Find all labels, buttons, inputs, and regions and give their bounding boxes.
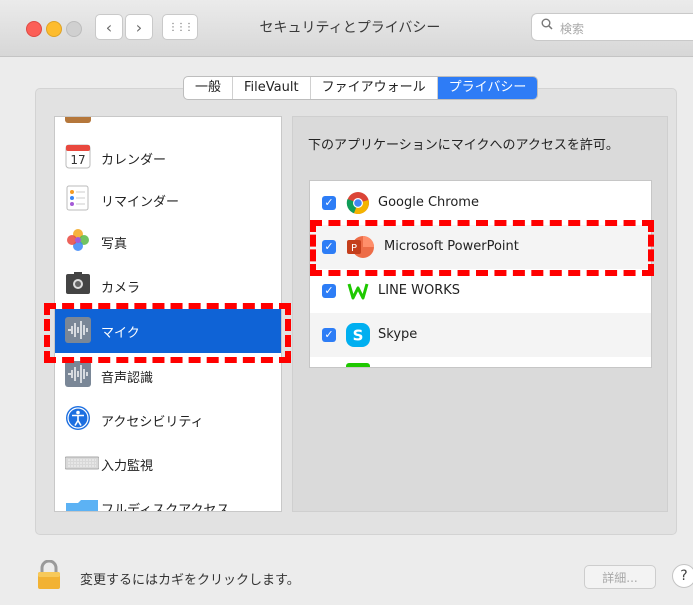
grid-icon: ⋮⋮⋮ [168, 22, 194, 33]
checkbox-chrome[interactable]: ✓ [322, 196, 336, 210]
microphone-icon [65, 317, 91, 343]
sidebar-item-full-disk-access[interactable]: フルディスクアクセス [55, 487, 281, 512]
app-name: Skype [378, 327, 418, 342]
app-row-line-works: ✓ LINE WORKS [310, 269, 651, 313]
tab-filevault[interactable]: FileVault [233, 77, 311, 99]
title-bar: ‹ › ⋮⋮⋮ セキュリティとプライバシー 検索 [0, 0, 693, 57]
skype-icon: S [346, 323, 370, 347]
help-button[interactable]: ? [672, 564, 693, 588]
speech-recognition-icon [65, 361, 91, 387]
photos-icon [65, 227, 91, 253]
search-icon [541, 18, 553, 34]
app-name: Google Chrome [378, 195, 479, 210]
sidebar-item-label: フルディスクアクセス [101, 503, 230, 512]
reminders-icon [65, 185, 91, 211]
sidebar-item-camera[interactable]: カメラ [55, 265, 281, 307]
svg-text:17: 17 [70, 153, 85, 167]
accessibility-icon [65, 405, 91, 431]
app-permission-list[interactable]: ✓ Google Chrome ✓ P Microsoft PowerPoint… [309, 180, 652, 368]
lock-icon[interactable] [37, 559, 61, 590]
privacy-sidebar[interactable]: 17 カレンダー リマインダー 写真 カメラ マイク 音声認識 アクセシビリティ… [54, 116, 282, 512]
app-row-chrome: ✓ Google Chrome [310, 181, 651, 225]
sidebar-item-label: アクセシビリティ [101, 415, 204, 430]
sidebar-item-accessibility[interactable]: アクセシビリティ [55, 399, 281, 441]
app-row-powerpoint: ✓ P Microsoft PowerPoint [310, 225, 651, 269]
folder-icon [65, 493, 99, 511]
svg-text:S: S [353, 327, 364, 345]
tab-bar: 一般 FileVault ファイアウォール プライバシー [183, 76, 539, 100]
sidebar-item-speech-recognition[interactable]: 音声認識 [55, 355, 281, 397]
show-all-button[interactable]: ⋮⋮⋮ [162, 14, 198, 40]
tab-privacy[interactable]: プライバシー [437, 77, 538, 99]
checkbox-skype[interactable]: ✓ [322, 328, 336, 342]
cut-off-icon [65, 117, 91, 123]
close-button[interactable] [26, 21, 42, 37]
line-works-icon [346, 279, 370, 303]
app-row-skype: ✓ S Skype [310, 313, 651, 357]
back-button[interactable]: ‹ [95, 14, 123, 40]
checkbox-line-works[interactable]: ✓ [322, 284, 336, 298]
calendar-icon: 17 [65, 143, 91, 169]
sidebar-item-reminders[interactable]: リマインダー [55, 179, 281, 221]
chrome-icon [346, 191, 370, 215]
sidebar-item-label: 写真 [101, 237, 128, 252]
forward-button[interactable]: › [125, 14, 153, 40]
sidebar-item-label: マイク [101, 326, 140, 341]
camera-icon [65, 271, 91, 297]
app-name: LINE WORKS [378, 283, 461, 298]
sidebar-item-label: 音声認識 [101, 371, 154, 386]
minimize-button[interactable] [46, 21, 62, 37]
sidebar-item-label: カレンダー [101, 153, 167, 168]
powerpoint-icon: P [346, 235, 376, 259]
cut-off-app-icon [346, 363, 370, 367]
chevron-right-icon: › [135, 18, 143, 37]
sidebar-item-label: リマインダー [101, 195, 180, 210]
keyboard-icon [64, 449, 100, 475]
svg-text:P: P [351, 243, 357, 254]
window-title: セキュリティとプライバシー [259, 20, 441, 36]
sidebar-item-calendar[interactable]: 17 カレンダー [55, 137, 281, 179]
sidebar-item-microphone[interactable]: マイク [55, 309, 281, 353]
search-field[interactable]: 検索 [531, 13, 693, 41]
details-button[interactable]: 詳細... [584, 565, 656, 589]
sidebar-item-photos[interactable]: 写真 [55, 221, 281, 263]
sidebar-item-label: カメラ [101, 281, 141, 296]
permission-description: 下のアプリケーションにマイクへのアクセスを許可。 [308, 138, 619, 153]
tab-general[interactable]: 一般 [184, 77, 234, 99]
checkbox-powerpoint[interactable]: ✓ [322, 240, 336, 254]
sidebar-item-label: 入力監視 [101, 459, 154, 474]
chevron-left-icon: ‹ [105, 18, 113, 37]
zoom-button[interactable] [66, 21, 82, 37]
app-name: Microsoft PowerPoint [384, 239, 519, 254]
tab-firewall[interactable]: ファイアウォール [311, 77, 438, 99]
lock-message: 変更するにはカギをクリックします。 [80, 573, 300, 588]
search-placeholder: 検索 [560, 22, 585, 36]
sidebar-item-input-monitoring[interactable]: 入力監視 [55, 443, 281, 485]
